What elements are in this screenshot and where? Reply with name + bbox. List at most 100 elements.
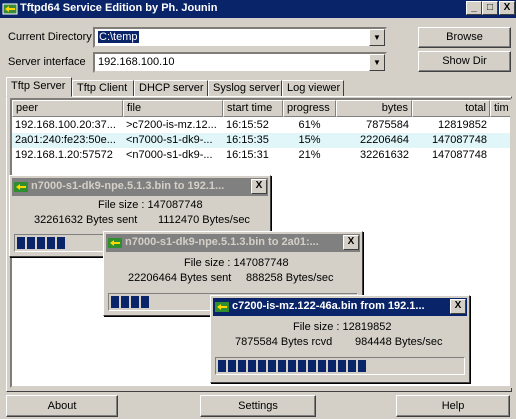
- progress-block: [308, 360, 316, 372]
- tab-tftp-client[interactable]: Tftp Client: [72, 80, 134, 97]
- table-row[interactable]: 192.168.100.20:37... >c7200-is-mz.12... …: [12, 118, 510, 133]
- dialog-title: n7000-s1-dk9-npe.5.1.3.bin to 2a01:...: [125, 236, 319, 248]
- cell-file: <n7000-s1-dk9-...: [126, 134, 213, 146]
- chevron-down-icon[interactable]: ▼: [369, 29, 385, 46]
- bytes-transferred-text: 32261632 Bytes sent: [34, 214, 138, 226]
- progress-fill: [218, 360, 368, 372]
- progress-block: [278, 360, 286, 372]
- close-icon[interactable]: X: [450, 299, 466, 314]
- server-interface-value: 192.168.100.10: [98, 56, 175, 68]
- dialog-title: n7000-s1-dk9-npe.5.1.3.bin to 192.1...: [31, 180, 225, 192]
- browse-button[interactable]: Browse: [418, 27, 511, 48]
- transfer-icon: [215, 300, 229, 314]
- progress-block: [328, 360, 336, 372]
- help-button[interactable]: Help: [396, 395, 510, 417]
- cell-peer: 192.168.100.20:37...: [15, 119, 116, 131]
- progress-block: [248, 360, 256, 372]
- close-icon[interactable]: X: [343, 235, 359, 250]
- column-time[interactable]: tim: [490, 100, 510, 117]
- tab-dhcp-server[interactable]: DHCP server: [134, 80, 208, 97]
- tab-syslog-server[interactable]: Syslog server: [208, 80, 282, 97]
- progress-block: [131, 296, 139, 308]
- app-icon: [2, 1, 18, 17]
- progress-block: [348, 360, 356, 372]
- tab-log-viewer[interactable]: Log viewer: [282, 80, 344, 97]
- cell-progress: 21%: [298, 149, 321, 161]
- progress-block: [298, 360, 306, 372]
- cell-start-time: 16:15:31: [226, 149, 269, 161]
- bytes-transferred-text: 22206464 Bytes sent: [128, 272, 232, 284]
- transfer-icon: [108, 236, 122, 250]
- cell-start-time: 16:15:52: [226, 119, 269, 131]
- server-interface-combo[interactable]: 192.168.100.10 ▼: [93, 52, 387, 73]
- progress-block: [121, 296, 129, 308]
- cell-start-time: 16:15:35: [226, 134, 269, 146]
- settings-button[interactable]: Settings: [200, 395, 316, 417]
- column-bytes[interactable]: bytes: [336, 100, 412, 117]
- cell-bytes: 7875584: [366, 119, 409, 131]
- column-progress[interactable]: progress: [283, 100, 336, 117]
- tab-tftp-server[interactable]: Tftp Server: [6, 77, 72, 97]
- cell-peer: 192.168.1.20:57572: [15, 149, 113, 161]
- progress-block: [258, 360, 266, 372]
- window-titlebar[interactable]: Tftpd64 Service Edition by Ph. Jounin _ …: [0, 0, 516, 18]
- progress-block: [57, 237, 65, 249]
- transfer-rate-text: 1112470 Bytes/sec: [158, 214, 250, 226]
- column-file[interactable]: file: [123, 100, 223, 117]
- progress-block: [218, 360, 226, 372]
- progress-fill: [111, 296, 151, 308]
- dialog-titlebar[interactable]: n7000-s1-dk9-npe.5.1.3.bin to 192.1... X: [12, 178, 268, 196]
- dialog-title: c7200-is-mz.122-46a.bin from 192.1...: [232, 300, 425, 312]
- file-size-text: File size : 147087748: [98, 199, 203, 211]
- cell-peer: 2a01:240:fe23:50e...: [15, 134, 116, 146]
- progress-block: [338, 360, 346, 372]
- table-row[interactable]: 2a01:240:fe23:50e... <n7000-s1-dk9-... 1…: [12, 133, 510, 148]
- progress-block: [37, 237, 45, 249]
- progress-block: [238, 360, 246, 372]
- current-directory-combo[interactable]: C:\temp ▼: [93, 27, 387, 48]
- bytes-transferred-text: 7875584 Bytes rcvd: [235, 336, 333, 348]
- minimize-button[interactable]: _: [466, 1, 482, 15]
- cell-bytes: 22206464: [360, 134, 409, 146]
- transfer-rate-text: 888258 Bytes/sec: [246, 272, 334, 284]
- about-button[interactable]: About: [6, 395, 118, 417]
- file-size-text: File size : 147087748: [184, 257, 289, 269]
- progress-block: [318, 360, 326, 372]
- dialog-titlebar[interactable]: n7000-s1-dk9-npe.5.1.3.bin to 2a01:... X: [106, 234, 360, 252]
- column-total[interactable]: total: [412, 100, 490, 117]
- cell-file: >c7200-is-mz.12...: [126, 119, 217, 131]
- column-start-time[interactable]: start time: [223, 100, 283, 117]
- bottom-bar: About Settings Help: [0, 392, 516, 419]
- server-interface-label: Server interface: [8, 56, 86, 68]
- progress-block: [268, 360, 276, 372]
- transfer-dialog[interactable]: c7200-is-mz.122-46a.bin from 192.1... X …: [210, 295, 470, 383]
- table-row[interactable]: 192.168.1.20:57572 <n7000-s1-dk9-... 16:…: [12, 148, 510, 163]
- progress-bar: [215, 357, 465, 375]
- progress-block: [358, 360, 366, 372]
- progress-block: [111, 296, 119, 308]
- progress-block: [288, 360, 296, 372]
- close-button[interactable]: X: [499, 1, 515, 15]
- maximize-button[interactable]: □: [482, 1, 498, 15]
- progress-block: [47, 237, 55, 249]
- cell-file: <n7000-s1-dk9-...: [126, 149, 213, 161]
- file-size-text: File size : 12819852: [293, 321, 392, 333]
- column-peer[interactable]: peer: [12, 100, 123, 117]
- transfer-icon: [14, 180, 28, 194]
- transfer-rate-text: 984448 Bytes/sec: [355, 336, 443, 348]
- current-directory-value: C:\temp: [98, 31, 139, 43]
- show-dir-button[interactable]: Show Dir: [418, 51, 511, 72]
- cell-total: 147087748: [431, 149, 487, 161]
- cell-total: 147087748: [431, 134, 487, 146]
- current-directory-label: Current Directory: [8, 31, 92, 43]
- close-icon[interactable]: X: [251, 179, 267, 194]
- chevron-down-icon[interactable]: ▼: [369, 54, 385, 71]
- dialog-titlebar[interactable]: c7200-is-mz.122-46a.bin from 192.1... X: [213, 298, 467, 316]
- window-title: Tftpd64 Service Edition by Ph. Jounin: [20, 2, 218, 14]
- cell-total: 12819852: [438, 119, 487, 131]
- progress-fill: [17, 237, 67, 249]
- list-header: peer file start time progress bytes tota…: [12, 100, 510, 117]
- tab-strip: Tftp Server Tftp Client DHCP server Sysl…: [6, 77, 510, 97]
- progress-block: [141, 296, 149, 308]
- cell-progress: 61%: [298, 119, 321, 131]
